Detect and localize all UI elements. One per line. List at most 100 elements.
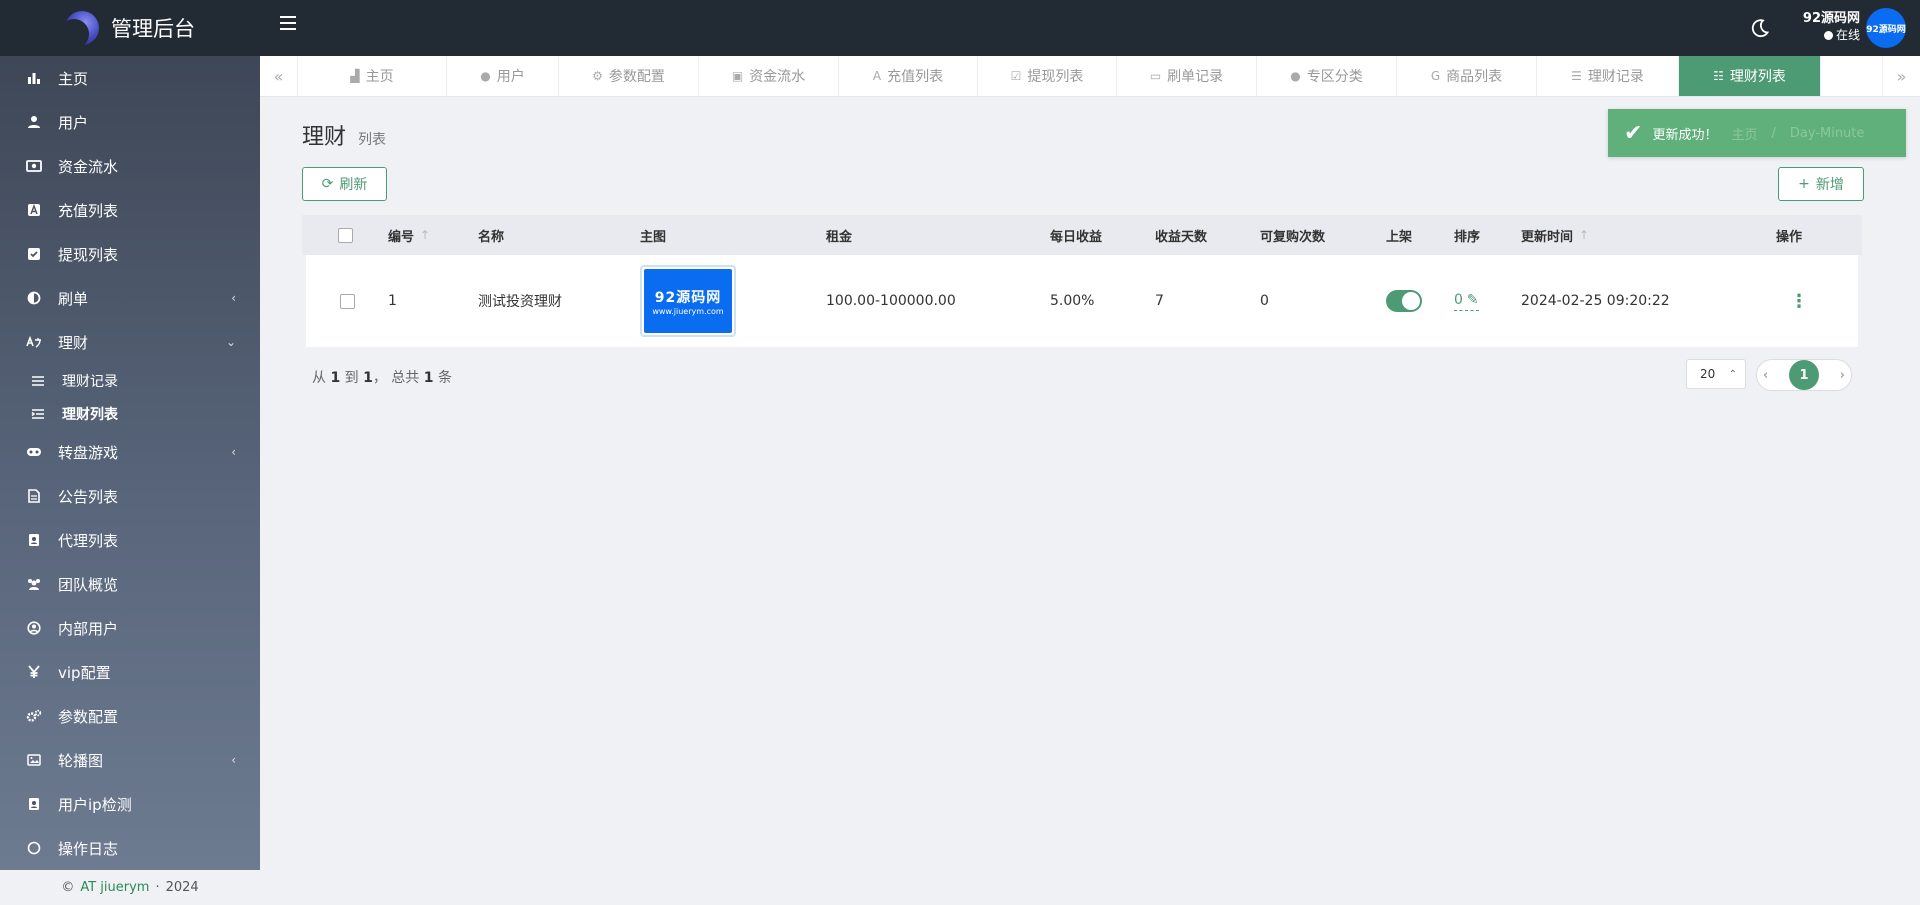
brand[interactable]: 管理后台 [0,0,260,56]
row-checkbox[interactable] [339,293,355,309]
sidebar-item-label: 公告列表 [58,487,119,506]
tab-fund-flow[interactable]: ▣ 资金流水 [699,56,839,96]
tab-scroll-left-icon[interactable]: « [260,56,298,96]
chevron-left-icon: ‹ [231,445,236,459]
page-title: 理财 [302,125,347,150]
tab-zone-categories[interactable]: ● 专区分类 [1257,56,1397,96]
next-page-icon[interactable]: › [1840,368,1845,383]
tab-users[interactable]: ● 用户 [447,56,559,96]
footer-link[interactable]: AT jiuerym [80,880,149,895]
sidebar-item-wheel-game[interactable]: 转盘游戏 ‹ [0,430,260,474]
pager: ‹ 1 › [1756,359,1852,391]
header-repeat-label: 可复购次数 [1260,229,1326,245]
file-icon [26,488,42,504]
product-thumbnail[interactable]: 92源码网 www.jiuerym.com [640,265,736,337]
sidebar-item-brush-order[interactable]: 刷单 ‹ [0,276,260,320]
tab-label: 参数配置 [608,69,665,85]
header-ops-label: 操作 [1776,229,1803,245]
page-button-current[interactable]: 1 [1789,360,1819,390]
circle-icon [26,840,42,856]
header-amount-label: 租金 [826,229,853,245]
page-size-select[interactable]: 20 ⌃ [1686,359,1746,389]
user-circle-icon [26,620,42,636]
sort-arrow-icon[interactable]: ↑ [420,228,430,242]
prev-page-icon[interactable]: ‹ [1763,368,1768,383]
pencil-icon: ✎ [1466,291,1479,308]
refresh-button[interactable]: ⟳ 刷新 [302,167,387,201]
app-title: 管理后台 [111,17,195,41]
sort-arrow-icon[interactable]: ↑ [1579,228,1589,242]
header-days: 收益天数 [1155,226,1260,245]
cogs-icon: ⚙ [592,69,603,83]
user-info[interactable]: 92源码网 在线 [1803,10,1860,44]
sidebar-item-finance[interactable]: 理财 ⌄ [0,320,260,364]
header-daily-label: 每日收益 [1050,229,1103,245]
moon-icon[interactable] [1750,18,1770,38]
footer-year: 2024 [165,880,199,895]
sidebar-item-settings[interactable]: 参数配置 [0,694,260,738]
select-all-checkbox[interactable] [337,227,353,243]
tab-recharge[interactable]: A 充值列表 [839,56,978,96]
sidebar-item-fund-flow[interactable]: 资金流水 [0,144,260,188]
pag-to-label: 到 [344,370,359,386]
cell-ops: ⋮ [1776,291,1836,312]
tab-settings[interactable]: ⚙ 参数配置 [559,56,699,96]
breadcrumb-separator: / [1771,125,1776,141]
sidebar-item-users[interactable]: 用户 [0,100,260,144]
image-icon [26,752,42,768]
header-days-label: 收益天数 [1155,229,1208,245]
avatar[interactable]: 92源码网 [1866,8,1906,48]
sidebar-item-logs[interactable]: 操作日志 [0,826,260,870]
sidebar-footer: © AT jiuerym · 2024 [0,870,260,905]
menu-toggle-icon[interactable] [280,16,296,30]
tab-home[interactable]: ▟ 主页 [298,56,447,96]
tab-brush-records[interactable]: ▭ 刷单记录 [1117,56,1257,96]
header-updated[interactable]: 更新时间 ↑ [1521,226,1776,245]
cell-amount: 100.00-100000.00 [826,293,956,309]
refresh-button-label: 刷新 [339,177,368,193]
id-badge-icon [26,532,42,548]
sidebar-item-notices[interactable]: 公告列表 [0,474,260,518]
refresh-icon: ⟳ [321,176,334,192]
indent-list-icon [30,406,46,422]
header-image: 主图 [640,226,826,245]
add-button[interactable]: + 新增 [1778,167,1864,201]
chevron-left-icon: ‹ [231,291,236,305]
cell-image: 92源码网 www.jiuerym.com [640,265,826,337]
sidebar-item-recharge[interactable]: 充值列表 [0,188,260,232]
sidebar-item-agents[interactable]: 代理列表 [0,518,260,562]
listed-toggle[interactable] [1386,290,1422,312]
sidebar-item-finance-records[interactable]: 理财记录 [0,364,260,397]
sidebar-item-team[interactable]: 团队概览 [0,562,260,606]
sidebar-item-finance-list[interactable]: 理财列表 [0,397,260,430]
sidebar-item-vip[interactable]: vip配置 [0,650,260,694]
tab-withdraw[interactable]: ☑ 提现列表 [978,56,1117,96]
sidebar-item-withdraw[interactable]: 提现列表 [0,232,260,276]
tab-label: 专区分类 [1306,69,1363,85]
sidebar-item-carousel[interactable]: 轮播图 ‹ [0,738,260,782]
header-repeat: 可复购次数 [1260,226,1386,245]
tab-scroll-right-icon[interactable]: » [1882,56,1920,96]
tab-finance-list[interactable]: ☷ 理财列表 [1679,56,1821,96]
cell-id: 1 [388,293,397,309]
header-id[interactable]: 编号 ↑ [388,226,478,245]
header-updated-label: 更新时间 [1521,229,1574,245]
header-amount: 租金 [826,226,1050,245]
header-sort-label: 排序 [1454,229,1481,245]
more-vertical-icon[interactable]: ⋮ [1790,291,1808,312]
tab-label: 充值列表 [887,69,944,85]
bar-chart-icon [26,70,42,86]
adjust-icon [26,290,42,306]
tab-finance-records[interactable]: ☰ 理财记录 [1537,56,1679,96]
sidebar-item-ip-check[interactable]: 用户ip检测 [0,782,260,826]
thumbnail-logo: 92源码网 www.jiuerym.com [644,269,732,333]
sidebar-item-internal-users[interactable]: 内部用户 [0,606,260,650]
success-toast[interactable]: ✔ 更新成功！ 主页 / Day-Minute [1608,109,1906,157]
pag-total-label: ， 总共 [372,370,420,386]
pag-from-label: 从 [312,370,326,386]
sidebar-item-home[interactable]: 主页 [0,56,260,100]
breadcrumb-home: 主页 [1731,127,1758,143]
cell-updated: 2024-02-25 09:20:22 [1521,293,1670,309]
sort-editable[interactable]: 0 ✎ [1454,292,1479,311]
tab-products[interactable]: G 商品列表 [1397,56,1537,96]
